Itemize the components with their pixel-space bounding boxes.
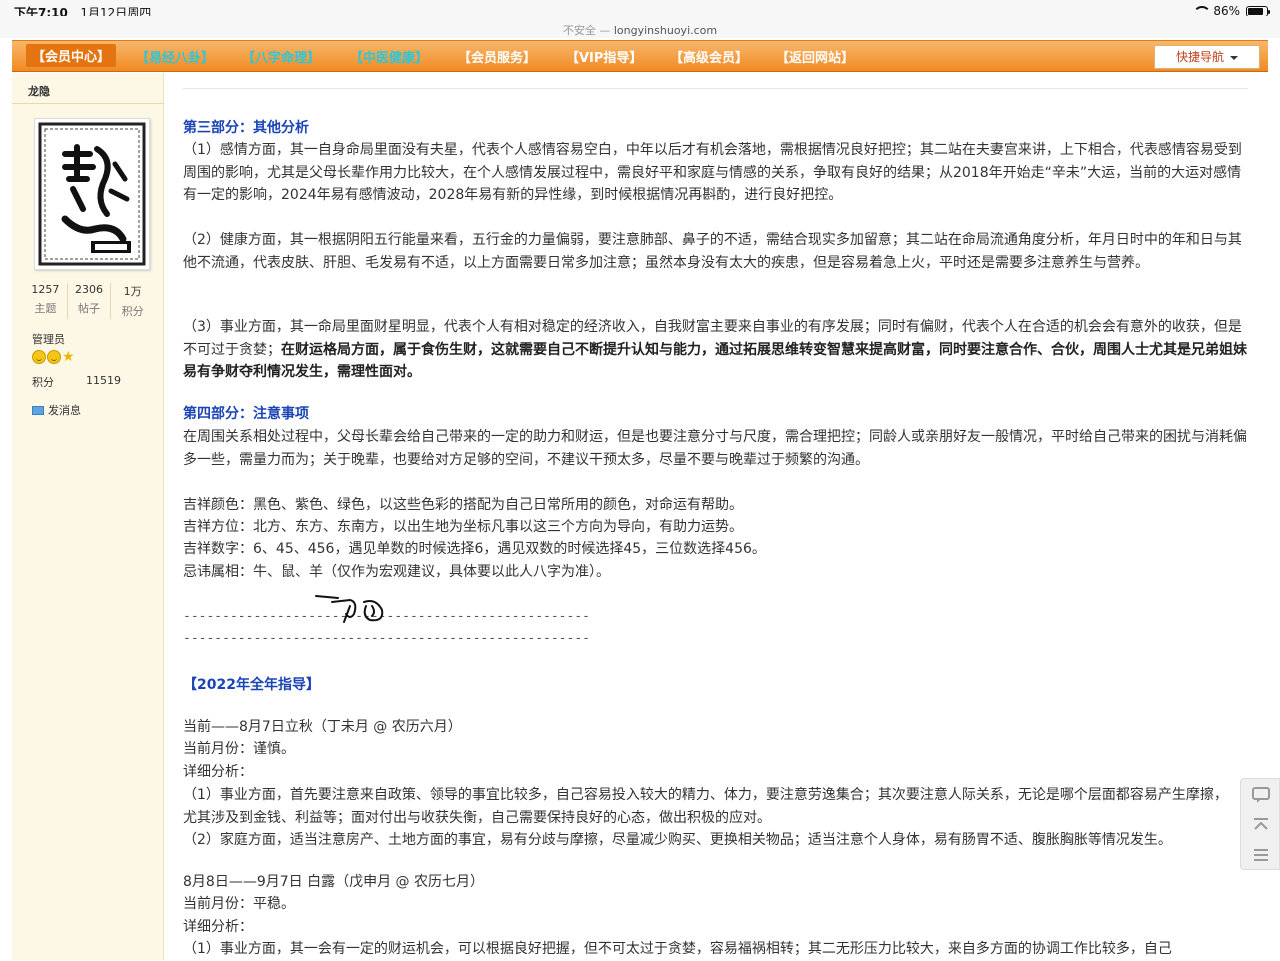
send-message-label: 发消息 — [48, 404, 81, 417]
back-to-top-icon[interactable] — [1249, 813, 1273, 837]
stat-posts[interactable]: 2306 帖子 — [68, 283, 112, 319]
nav-item-vip[interactable]: 【VIP指导】 — [566, 47, 642, 66]
envelope-icon — [32, 405, 44, 415]
stat-topics[interactable]: 1257 主题 — [24, 283, 68, 319]
wifi-icon — [1193, 6, 1212, 16]
quick-nav-label: 快捷导航 — [1175, 50, 1224, 64]
smile-icon — [47, 350, 61, 364]
stat-topics-label: 主题 — [34, 302, 57, 315]
lucky-color: 吉祥颜色：黑色、紫色、绿色，以这些色彩的搭配为自己日常所用的颜色，对命运有帮助。 — [183, 497, 743, 513]
list-icon[interactable] — [1249, 843, 1273, 867]
user-stats: 1257 主题 2306 帖子 1万积分 — [24, 283, 154, 319]
month1-family: （2）家庭方面，适当注意房产、土地方面的事宜，易有分歧与摩擦，尽量减少购买、更换… — [183, 832, 1172, 848]
smile-icon — [32, 350, 46, 364]
user-role[interactable]: 管理员 — [32, 331, 65, 347]
paragraph-relations: 在周围关系相处过程中，父母长辈会给自己带来的一定的助力和财运，但是也要注意分寸与… — [183, 429, 1247, 468]
divider — [12, 103, 164, 104]
stat-points[interactable]: 1万积分 — [111, 283, 154, 319]
stat-points-value: 1万 — [123, 285, 142, 298]
insecure-label: 不安全 — — [562, 24, 611, 37]
username[interactable]: 龙隐 — [28, 83, 50, 99]
paragraph-career-emphasis: 在财运格局方面，属于食伤生财，这就需要自己不断提升认知与能力，通过拓展思维转变智… — [183, 341, 1247, 381]
month1-range: 当前——8月7日立秋（丁未月 @ 农历六月） — [183, 719, 462, 735]
handwriting-scribble — [315, 595, 384, 623]
nav-item-yijing[interactable]: 【易经八卦】 — [136, 47, 214, 66]
send-message-link[interactable]: 发消息 — [32, 402, 81, 418]
section-title-part4: 第四部分：注意事项 — [183, 406, 309, 422]
nav-item-tcm[interactable]: 【中医健康】 — [350, 47, 428, 66]
seal-logo-icon — [38, 122, 146, 266]
chevron-down-icon — [1230, 55, 1238, 60]
month1-career: （1）事业方面，首先要注意来自政策、领导的事宜比较多，自己容易投入较大的精力、体… — [183, 787, 1228, 826]
taboo-zodiac: 忌讳属相：牛、鼠、羊（仅作为宏观建议，具体要以此人八字为准）。 — [183, 564, 610, 580]
user-score: 积分 11519 — [32, 374, 121, 390]
section-title-part3: 第三部分：其他分析 — [183, 120, 309, 136]
nav-item-back-to-site[interactable]: 【返回网站】 — [776, 47, 854, 66]
month1-label: 详细分析： — [183, 764, 253, 780]
month2-range: 8月8日——9月7日 白露（戊申月 @ 农历七月） — [183, 874, 484, 890]
quick-nav-button[interactable]: 快捷导航 — [1154, 45, 1260, 69]
nav-item-member-center[interactable]: 【会员中心】 — [26, 44, 117, 67]
content-divider — [183, 88, 1248, 89]
nav-item-member-service[interactable]: 【会员服务】 — [458, 47, 536, 66]
stat-topics-value: 1257 — [31, 283, 60, 296]
month2-career: （1）事业方面，其一会有一定的财运机会，可以根据良好把握，但不可太过于贪婪，容易… — [183, 941, 1172, 957]
paragraph-health: （2）健康方面，其一根据阴阳五行能量来看，五行金的力量偏弱，要注意肺部、鼻子的不… — [183, 232, 1242, 271]
paragraph-career: （3）事业方面，其一命局里面财星明显，代表个人有相对稳定的经济收入，自我财富主要… — [183, 316, 1248, 384]
paragraph-emotion: （1）感情方面，其一自身命局里面没有夫星，代表个人感情容易空白，中年以后才有机会… — [183, 142, 1242, 203]
star-icon: ★ — [62, 349, 75, 365]
month2-label: 详细分析： — [183, 919, 253, 935]
nav-item-bazi[interactable]: 【八字命理】 — [242, 47, 320, 66]
score-value: 11519 — [86, 374, 121, 387]
year-guide-title: 【2022年全年指导】 — [183, 677, 320, 693]
month2-fortune: 当前月份：平稳。 — [183, 896, 295, 912]
user-badges: ★ — [32, 350, 75, 364]
dash-divider: ----------------------------------------… — [183, 631, 590, 646]
url-bar[interactable]: 不安全 — longyinshuoyi.com — [0, 16, 1280, 38]
floating-toolbar — [1240, 778, 1280, 870]
month1-fortune: 当前月份：谨慎。 — [183, 741, 295, 757]
lucky-number: 吉祥数字：6、45、456，遇见单数的时候选择6，遇见双数的时候选择45，三位数… — [183, 541, 766, 557]
url-domain: longyinshuoyi.com — [613, 24, 718, 37]
lucky-direction: 吉祥方位：北方、东方、东南方，以出生地为坐标凡事以这三个方向为导向，有助力运势。 — [183, 519, 743, 535]
score-label: 积分 — [32, 376, 54, 389]
stat-posts-value: 2306 — [75, 283, 103, 296]
comment-icon[interactable] — [1249, 783, 1273, 807]
battery-fill — [1248, 7, 1264, 15]
top-nav: 【会员中心】 【易经八卦】 【八字命理】 【中医健康】 【会员服务】 【VIP指… — [12, 40, 1268, 72]
user-sidebar: 龙隐 1257 主题 2306 帖子 1万积分 管理员 ★ 积分 11519 发消息 — [12, 73, 164, 960]
avatar[interactable] — [34, 118, 150, 270]
nav-item-senior-member[interactable]: 【高级会员】 — [670, 47, 748, 66]
stat-posts-label: 帖子 — [78, 302, 100, 315]
stat-points-label: 积分 — [121, 305, 144, 318]
battery-icon — [1246, 5, 1270, 17]
